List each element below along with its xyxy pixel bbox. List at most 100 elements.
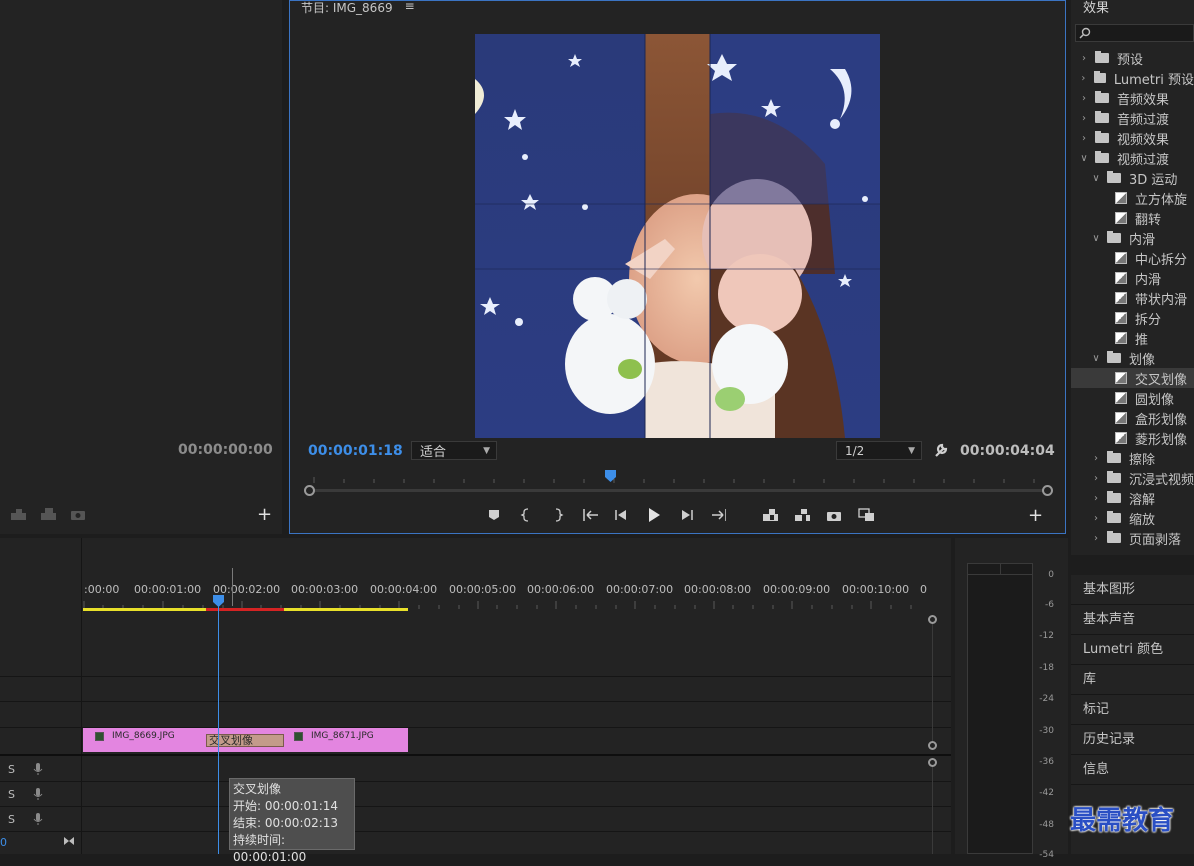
ruler-label: 00:00:06:00	[527, 583, 595, 596]
panel-info[interactable]: 信息	[1071, 755, 1194, 785]
chevron-right-icon[interactable]: ›	[1079, 73, 1088, 84]
transition-icon	[1115, 412, 1127, 424]
effects-tree-item[interactable]: 盒形划像	[1071, 408, 1194, 428]
chevron-right-icon[interactable]: ›	[1091, 533, 1101, 544]
db-label: -30	[1039, 726, 1054, 736]
effects-tree-item[interactable]: ∨ 3D 运动	[1071, 168, 1194, 188]
microphone-icon[interactable]	[33, 812, 43, 829]
clip-img-8671[interactable]: IMG_8671.JPG	[294, 731, 374, 741]
chevron-right-icon[interactable]: ›	[1091, 473, 1101, 484]
source-timecode[interactable]: 00:00:00:00	[178, 442, 273, 458]
mark-out-icon[interactable]	[550, 507, 566, 523]
effects-tree-item[interactable]: 带状内滑	[1071, 288, 1194, 308]
add-button-icon[interactable]: +	[1028, 505, 1043, 526]
monitor-title: 节目: IMG_8669	[301, 1, 393, 15]
effects-tree-item[interactable]: 拆分	[1071, 308, 1194, 328]
solo-button[interactable]: S	[8, 813, 15, 826]
add-button-icon[interactable]: +	[257, 504, 272, 525]
monitor-menu-icon[interactable]: ≡	[405, 0, 415, 16]
marker-icon[interactable]	[486, 507, 502, 523]
duration-timecode[interactable]: 00:00:04:04	[960, 443, 1055, 459]
camera-icon[interactable]	[70, 506, 86, 522]
panel-essential-sound[interactable]: 基本声音	[1071, 605, 1194, 635]
zoom-handle-right[interactable]	[1042, 485, 1053, 496]
insert-icon[interactable]	[10, 506, 26, 522]
effects-tree-item[interactable]: ∨ 内滑	[1071, 228, 1194, 248]
effects-tree-item[interactable]: › 预设	[1071, 48, 1194, 68]
extract-icon[interactable]	[794, 507, 810, 523]
vertical-scrollbar[interactable]	[932, 767, 933, 854]
effects-tree-item[interactable]: › 擦除	[1071, 448, 1194, 468]
effects-tree-item[interactable]: 中心拆分	[1071, 248, 1194, 268]
effects-tree-item[interactable]: ∨ 视频过渡	[1071, 148, 1194, 168]
chevron-right-icon[interactable]: ›	[1079, 113, 1089, 124]
solo-button[interactable]: S	[8, 763, 15, 776]
chevron-right-icon[interactable]: ›	[1079, 93, 1089, 104]
master-track-icon[interactable]	[63, 835, 75, 849]
effects-tree-item[interactable]: 交叉划像	[1071, 368, 1194, 388]
timeline-ruler[interactable]	[83, 598, 933, 609]
chevron-right-icon[interactable]: ›	[1079, 133, 1089, 144]
vertical-scrollbar[interactable]	[932, 624, 933, 741]
microphone-icon[interactable]	[33, 787, 43, 804]
effects-tree-item[interactable]: 翻转	[1071, 208, 1194, 228]
chevron-down-icon[interactable]: ∨	[1079, 153, 1089, 164]
effects-tree-item[interactable]: 菱形划像	[1071, 428, 1194, 448]
chevron-down-icon[interactable]: ∨	[1091, 233, 1101, 244]
chevron-right-icon[interactable]: ›	[1091, 493, 1101, 504]
panel-libraries[interactable]: 库	[1071, 665, 1194, 695]
effects-tree-item[interactable]: 立方体旋	[1071, 188, 1194, 208]
panel-markers[interactable]: 标记	[1071, 695, 1194, 725]
play-icon[interactable]	[646, 507, 662, 523]
compare-view-icon[interactable]	[858, 507, 874, 523]
fit-dropdown[interactable]: 适合 ▼	[411, 441, 497, 460]
mini-ruler[interactable]	[304, 471, 1050, 483]
panel-history[interactable]: 历史记录	[1071, 725, 1194, 755]
panel-lumetri-color[interactable]: Lumetri 颜色	[1071, 635, 1194, 665]
vertical-scroll-handle[interactable]	[928, 758, 937, 767]
lift-icon[interactable]	[762, 507, 778, 523]
go-to-in-icon[interactable]	[582, 507, 598, 523]
chevron-right-icon[interactable]: ›	[1079, 53, 1089, 64]
db-label: -18	[1039, 663, 1054, 673]
chevron-right-icon[interactable]: ›	[1091, 513, 1101, 524]
overwrite-icon[interactable]	[40, 506, 56, 522]
chevron-down-icon[interactable]: ∨	[1091, 353, 1101, 364]
effects-search[interactable]	[1075, 24, 1194, 42]
effects-tree-item[interactable]: › 音频过渡	[1071, 108, 1194, 128]
effects-tree-item[interactable]: › 沉浸式视频	[1071, 468, 1194, 488]
timeline-playhead-handle[interactable]	[213, 595, 225, 610]
step-forward-icon[interactable]	[678, 507, 694, 523]
effects-tree-item[interactable]: ∨ 划像	[1071, 348, 1194, 368]
microphone-icon[interactable]	[33, 762, 43, 779]
effects-tree-item[interactable]: › 视频效果	[1071, 128, 1194, 148]
solo-button[interactable]: S	[8, 788, 15, 801]
effects-tree-item[interactable]: 推	[1071, 328, 1194, 348]
playhead-marker[interactable]	[605, 470, 617, 485]
clip-img-8669[interactable]: IMG_8669.JPG	[95, 731, 175, 741]
zoom-bar[interactable]	[309, 489, 1047, 492]
mark-in-icon[interactable]	[518, 507, 534, 523]
panel-essential-graphics[interactable]: 基本图形	[1071, 575, 1194, 605]
zoom-handle-left[interactable]	[304, 485, 315, 496]
effects-tree-item[interactable]: 内滑	[1071, 268, 1194, 288]
effects-tree-item[interactable]: › 溶解	[1071, 488, 1194, 508]
transition-icon	[1115, 312, 1127, 324]
effects-tree-item[interactable]: › 缩放	[1071, 508, 1194, 528]
effects-panel: 效果 › 预设 › Lumetri 预设 › 音频效果 › 音频过渡 › 视频效果 ∨ 视频过渡 ∨ 3D…	[1071, 0, 1194, 555]
vertical-scroll-handle[interactable]	[928, 741, 937, 750]
vertical-scroll-handle[interactable]	[928, 615, 937, 624]
current-timecode[interactable]: 00:00:01:18	[308, 443, 403, 459]
step-back-icon[interactable]	[614, 507, 630, 523]
go-to-out-icon[interactable]	[710, 507, 726, 523]
resolution-dropdown[interactable]: 1/2 ▼	[836, 441, 922, 460]
chevron-right-icon[interactable]: ›	[1091, 453, 1101, 464]
effects-tree-item[interactable]: › Lumetri 预设	[1071, 68, 1194, 88]
chevron-down-icon[interactable]: ∨	[1091, 173, 1101, 184]
effects-tree-item[interactable]: › 音频效果	[1071, 88, 1194, 108]
tooltip-title: 交叉划像	[233, 782, 282, 796]
effects-tree-item[interactable]: 圆划像	[1071, 388, 1194, 408]
wrench-icon[interactable]	[933, 442, 949, 461]
effects-tree-item[interactable]: › 页面剥落	[1071, 528, 1194, 548]
export-frame-icon[interactable]	[826, 507, 842, 523]
